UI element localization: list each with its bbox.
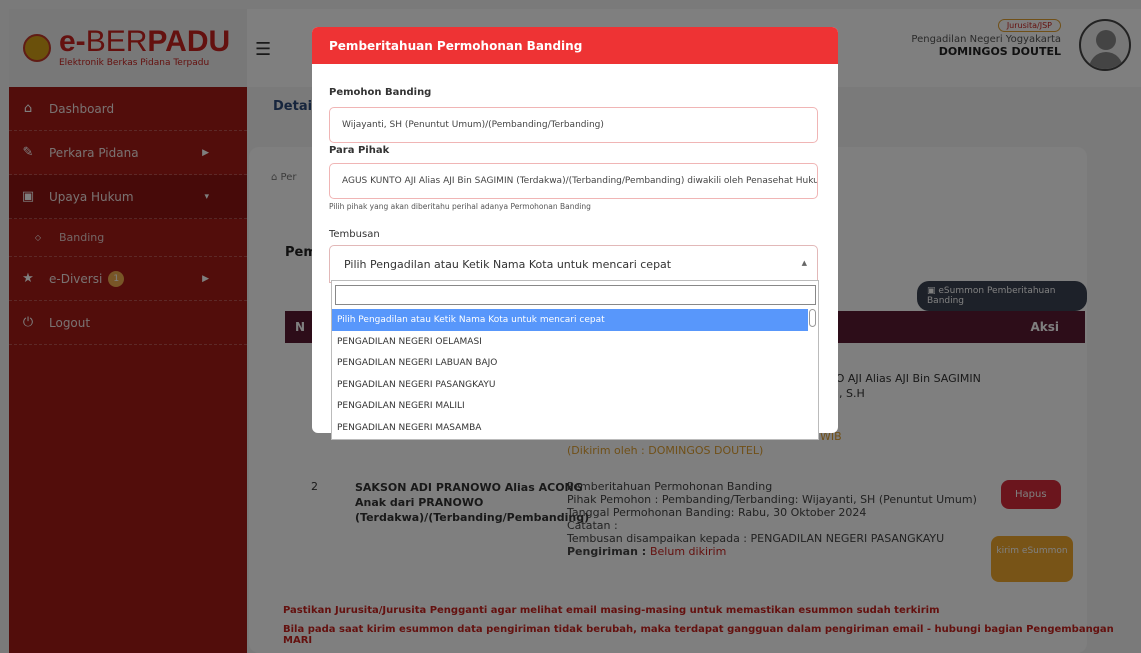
tembusan-select[interactable]: Pilih Pengadilan atau Ketik Nama Kota un… [329, 245, 818, 283]
pemohon-field[interactable]: Wijayanti, SH (Penuntut Umum)/(Pembandin… [329, 107, 818, 143]
tembusan-label: Tembusan [329, 229, 380, 240]
dropdown-option[interactable]: Pilih Pengadilan atau Ketik Nama Kota un… [332, 309, 808, 331]
caret-up-icon: ▲ [801, 259, 807, 267]
tembusan-select-value: Pilih Pengadilan atau Ketik Nama Kota un… [344, 258, 672, 271]
para-pihak-label: Para Pihak [329, 145, 390, 156]
para-pihak-hint: Pilih pihak yang akan diberitahu perihal… [329, 202, 591, 211]
dropdown-option[interactable]: PENGADILAN NEGERI MASAMBA [332, 417, 808, 439]
tembusan-dropdown: Pilih Pengadilan atau Ketik Nama Kota un… [331, 280, 819, 440]
dropdown-options: Pilih Pengadilan atau Ketik Nama Kota un… [332, 309, 808, 438]
dropdown-option[interactable]: PENGADILAN NEGERI MALILI [332, 395, 808, 417]
modal-title: Pemberitahuan Permohonan Banding [312, 27, 838, 64]
para-pihak-field[interactable]: AGUS KUNTO AJI Alias AJI Bin SAGIMIN (Te… [329, 163, 818, 199]
pemohon-label: Pemohon Banding [329, 87, 432, 98]
dropdown-option[interactable]: PENGADILAN NEGERI LABUAN BAJO [332, 352, 808, 374]
dropdown-option[interactable]: PENGADILAN NEGERI OELAMASI [332, 331, 808, 353]
dropdown-scrollbar[interactable] [809, 309, 816, 327]
dropdown-option[interactable]: PENGADILAN NEGERI PASANGKAYU [332, 374, 808, 396]
dropdown-search-input[interactable] [335, 285, 816, 305]
